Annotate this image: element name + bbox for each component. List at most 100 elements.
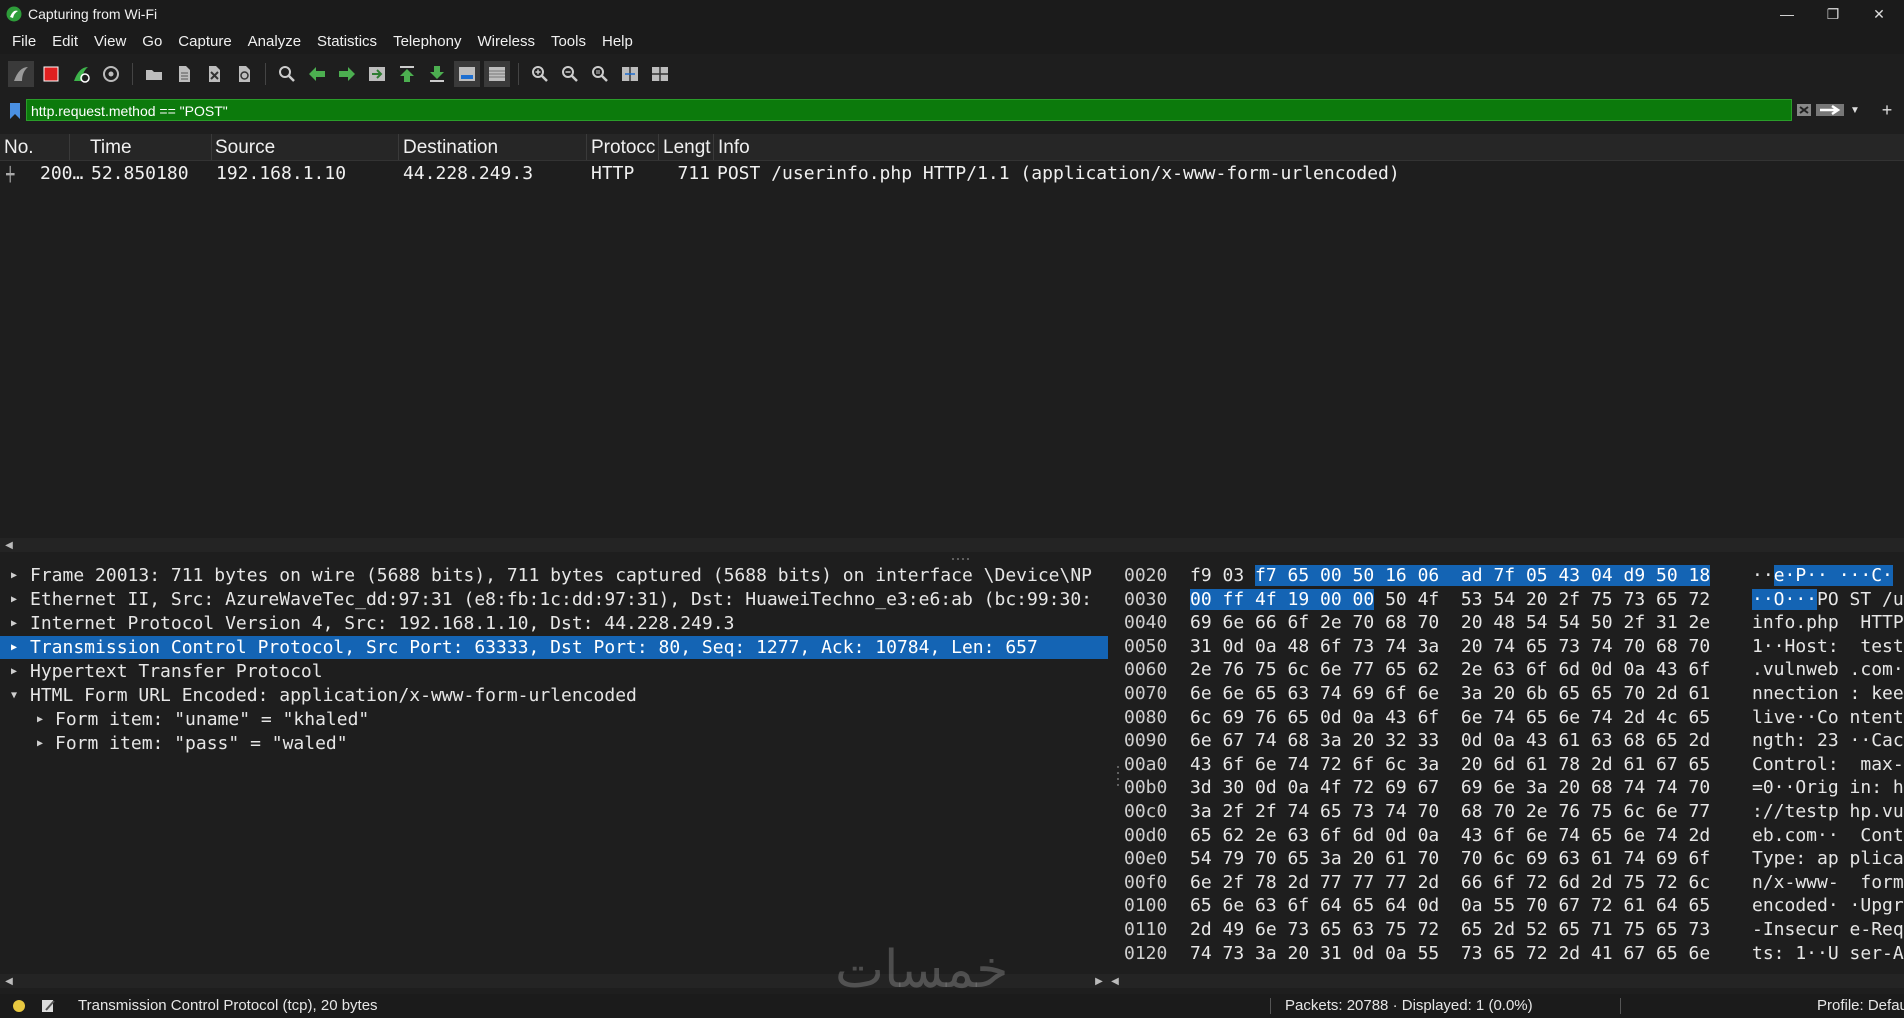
start-capture-button[interactable] — [8, 61, 34, 87]
hex-row[interactable]: 0100 65 6e 63 6f 64 65 64 0d 0a 55 70 67 … — [1122, 894, 1904, 918]
profile-label[interactable]: Profile: Defau — [1817, 997, 1904, 1014]
hex-bytes[interactable]: 69 6e 66 6f 2e 70 68 70 20 48 54 54 50 2… — [1190, 611, 1710, 635]
normal-size-button[interactable] — [587, 61, 613, 87]
column-time[interactable]: Time — [86, 134, 212, 160]
menu-wireless[interactable]: Wireless — [469, 33, 543, 50]
hex-row[interactable]: 00f0 6e 2f 78 2d 77 77 77 2d 66 6f 72 6d … — [1122, 871, 1904, 895]
hex-row[interactable]: 0030 00 ff 4f 19 00 00 50 4f 53 54 20 2f … — [1122, 588, 1904, 612]
go-forward-button[interactable] — [334, 61, 360, 87]
hex-bytes[interactable]: 43 6f 6e 74 72 6f 6c 3a 20 6d 61 78 2d 6… — [1190, 753, 1710, 777]
hex-row[interactable]: 00e0 54 79 70 65 3a 20 61 70 70 6c 69 63 … — [1122, 847, 1904, 871]
clear-filter-button[interactable] — [1795, 100, 1813, 120]
reload-file-button[interactable] — [231, 61, 257, 87]
ascii-bytes[interactable]: Type: ap plica — [1752, 847, 1904, 871]
hex-bytes[interactable]: 6e 67 74 68 3a 20 32 33 0d 0a 43 61 63 6… — [1190, 729, 1710, 753]
ascii-bytes[interactable]: encoded· ·Upgr — [1752, 894, 1904, 918]
column-info[interactable]: Info — [714, 134, 1904, 160]
capture-options-button[interactable] — [98, 61, 124, 87]
hex-bytes[interactable]: 3a 2f 2f 74 65 73 74 70 68 70 2e 76 75 6… — [1190, 800, 1710, 824]
tree-item-ethernet[interactable]: ▶ Ethernet II, Src: AzureWaveTec_dd:97:3… — [0, 588, 1108, 611]
details-bytes-splitter[interactable] — [1108, 564, 1122, 974]
filter-history-dropdown[interactable]: ▼ — [1848, 100, 1862, 120]
last-packet-button[interactable] — [424, 61, 450, 87]
go-to-packet-button[interactable] — [364, 61, 390, 87]
tree-item-tcp[interactable]: ▶ Transmission Control Protocol, Src Por… — [0, 636, 1108, 659]
hex-bytes[interactable]: 00 ff 4f 19 00 00 50 4f 53 54 20 2f 75 7… — [1190, 588, 1710, 612]
collapse-arrow-icon[interactable]: ▼ — [6, 684, 22, 707]
hex-row[interactable]: 00b0 3d 30 0d 0a 4f 72 69 67 69 6e 3a 20 … — [1122, 776, 1904, 800]
ascii-bytes[interactable]: -Insecur e-Req — [1752, 918, 1904, 942]
go-back-button[interactable] — [304, 61, 330, 87]
open-file-button[interactable] — [141, 61, 167, 87]
ascii-bytes[interactable]: 1··Host: test — [1752, 635, 1904, 659]
ascii-bytes[interactable]: nnection : kee — [1752, 682, 1904, 706]
pane-splitter-handle[interactable] — [950, 556, 974, 562]
bookmark-icon[interactable] — [8, 102, 22, 120]
hex-row[interactable]: 0090 6e 67 74 68 3a 20 32 33 0d 0a 43 61 … — [1122, 729, 1904, 753]
ascii-bytes[interactable]: Control: max- — [1752, 753, 1904, 777]
hex-row[interactable]: 0040 69 6e 66 6f 2e 70 68 70 20 48 54 54 … — [1122, 611, 1904, 635]
resize-columns-button[interactable] — [617, 61, 643, 87]
menu-capture[interactable]: Capture — [170, 33, 239, 50]
restore-button[interactable]: ❐ — [1810, 0, 1856, 28]
tree-item-http[interactable]: ▶ Hypertext Transfer Protocol — [0, 660, 1108, 683]
expand-arrow-icon[interactable]: ▶ — [6, 564, 22, 587]
packet-list-scrollbar[interactable]: ◀ — [0, 538, 1904, 552]
menu-edit[interactable]: Edit — [44, 33, 86, 50]
minimize-button[interactable]: — — [1764, 0, 1810, 28]
hex-row[interactable]: 0120 74 73 3a 20 31 0d 0a 55 73 65 72 2d … — [1122, 942, 1904, 966]
hex-row[interactable]: 0080 6c 69 76 65 0d 0a 43 6f 6e 74 65 6e … — [1122, 706, 1904, 730]
column-source[interactable]: Source — [211, 134, 399, 160]
column-length[interactable]: Lengt — [659, 134, 714, 160]
column-protocol[interactable]: Protocc — [587, 134, 659, 160]
hex-row[interactable]: 00d0 65 62 2e 63 6f 6d 0d 0a 43 6f 6e 74 … — [1122, 824, 1904, 848]
zoom-in-button[interactable] — [527, 61, 553, 87]
expand-arrow-icon[interactable]: ▶ — [32, 732, 48, 755]
display-filter-input[interactable]: http.request.method == "POST" — [26, 99, 1792, 121]
column-destination[interactable]: Destination — [399, 134, 587, 160]
ascii-bytes[interactable]: ts: 1··U ser-A — [1752, 942, 1904, 966]
close-file-button[interactable] — [201, 61, 227, 87]
menu-analyze[interactable]: Analyze — [240, 33, 309, 50]
column-no[interactable]: No. — [0, 134, 70, 160]
expert-info-icon[interactable] — [12, 999, 26, 1013]
hex-bytes[interactable]: 65 6e 63 6f 64 65 64 0d 0a 55 70 67 72 6… — [1190, 894, 1710, 918]
menu-tools[interactable]: Tools — [543, 33, 594, 50]
tree-item-form-urlencoded[interactable]: ▼ HTML Form URL Encoded: application/x-w… — [0, 684, 1108, 707]
expand-arrow-icon[interactable]: ▶ — [6, 636, 22, 659]
scroll-left-icon[interactable]: ◀ — [1108, 974, 1122, 988]
hex-row[interactable]: 0070 6e 6e 65 63 74 69 6f 6e 3a 20 6b 65 … — [1122, 682, 1904, 706]
hex-row[interactable]: 0020 f9 03 f7 65 00 50 16 06 ad 7f 05 43 … — [1122, 564, 1904, 588]
hex-row[interactable]: 0060 2e 76 75 6c 6e 77 65 62 2e 63 6f 6d … — [1122, 658, 1904, 682]
hex-bytes[interactable]: 2e 76 75 6c 6e 77 65 62 2e 63 6f 6d 0d 0… — [1190, 658, 1710, 682]
ascii-bytes[interactable]: eb.com·· Conte — [1752, 824, 1904, 848]
save-file-button[interactable] — [171, 61, 197, 87]
close-window-button[interactable]: ✕ — [1856, 0, 1902, 28]
menu-go[interactable]: Go — [134, 33, 170, 50]
hex-bytes[interactable]: 6e 6e 65 63 74 69 6f 6e 3a 20 6b 65 65 7… — [1190, 682, 1710, 706]
autoscroll-button[interactable] — [454, 61, 480, 87]
tree-item-ipv4[interactable]: ▶ Internet Protocol Version 4, Src: 192.… — [0, 612, 1108, 635]
find-packet-button[interactable] — [274, 61, 300, 87]
capture-comment-icon[interactable] — [40, 998, 56, 1014]
hex-row[interactable]: 0110 2d 49 6e 73 65 63 75 72 65 2d 52 65 … — [1122, 918, 1904, 942]
ascii-bytes[interactable]: n/x-www- form- — [1752, 871, 1904, 895]
scroll-left-icon[interactable]: ◀ — [2, 974, 16, 988]
hex-bytes[interactable]: 54 79 70 65 3a 20 61 70 70 6c 69 63 61 7… — [1190, 847, 1710, 871]
hex-bytes[interactable]: 3d 30 0d 0a 4f 72 69 67 69 6e 3a 20 68 7… — [1190, 776, 1710, 800]
tree-item-form-pass[interactable]: ▶ Form item: "pass" = "waled" — [0, 732, 1108, 755]
hex-row[interactable]: 00c0 3a 2f 2f 74 65 73 74 70 68 70 2e 76 … — [1122, 800, 1904, 824]
ascii-bytes[interactable]: .vulnweb .com·· — [1752, 658, 1904, 682]
ascii-bytes[interactable]: ··O···PO ST /u — [1752, 588, 1904, 612]
hex-row[interactable]: 00a0 43 6f 6e 74 72 6f 6c 3a 20 6d 61 78 … — [1122, 753, 1904, 777]
layout-button[interactable] — [647, 61, 673, 87]
ascii-bytes[interactable]: ··e·P·· ···C· — [1752, 564, 1893, 588]
restart-capture-button[interactable] — [68, 61, 94, 87]
hex-bytes[interactable]: 6c 69 76 65 0d 0a 43 6f 6e 74 65 6e 74 2… — [1190, 706, 1710, 730]
menu-statistics[interactable]: Statistics — [309, 33, 385, 50]
expand-arrow-icon[interactable]: ▶ — [6, 660, 22, 683]
menu-telephony[interactable]: Telephony — [385, 33, 469, 50]
stop-capture-button[interactable] — [38, 61, 64, 87]
hex-bytes[interactable]: 31 0d 0a 48 6f 73 74 3a 20 74 65 73 74 7… — [1190, 635, 1710, 659]
expand-arrow-icon[interactable]: ▶ — [32, 708, 48, 731]
